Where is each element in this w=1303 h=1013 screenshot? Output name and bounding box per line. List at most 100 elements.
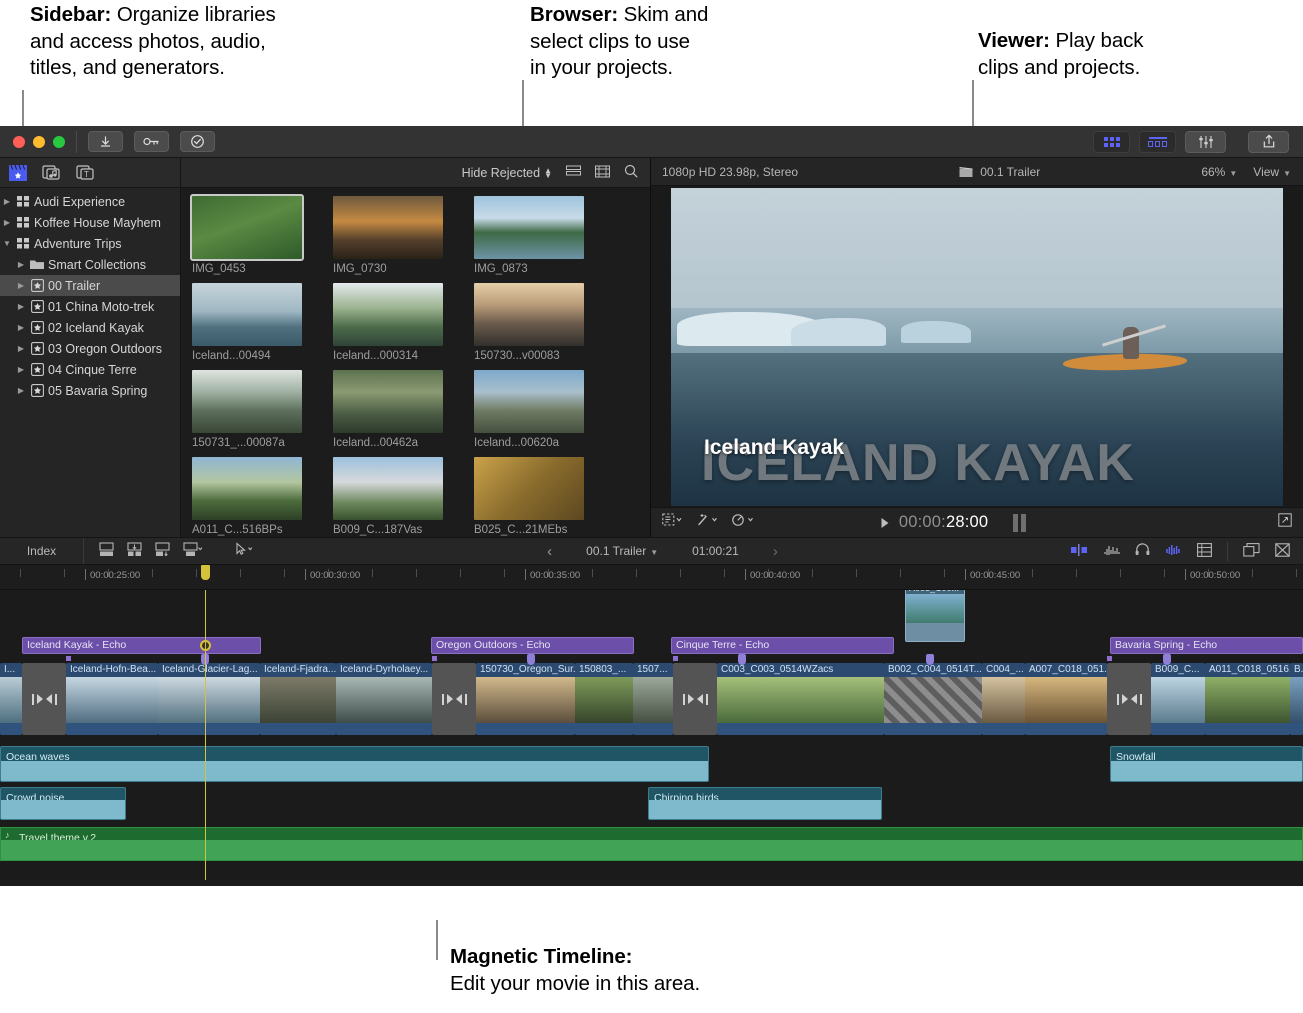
timeline-toggle-button[interactable] [1139,131,1176,153]
timeline-video-clip[interactable]: Iceland-Fjadra... [260,663,336,735]
sidebar-item-00-trailer[interactable]: ▶00 Trailer [0,275,180,296]
timeline-video-clip[interactable]: B009_C... [1151,663,1205,735]
chevron-right-icon[interactable]: ▶ [14,323,28,332]
photos-audio-tab[interactable] [41,163,62,183]
close-timeline-icon[interactable] [1275,543,1290,560]
audio-meters-icon[interactable] [1104,544,1120,559]
viewer-stage[interactable]: ICELAND KAYAK Iceland Kayak [651,186,1303,507]
timeline-canvas[interactable]: Iceland Kayak - EchoOregon Outdoors - Ec… [0,590,1303,886]
sidebar-item-audi-experience[interactable]: ▶Audi Experience [0,191,180,212]
dual-display-icon[interactable] [1243,543,1260,560]
timeline-video-clip[interactable]: A007_C018_051... [1025,663,1107,735]
clip-appearance-icon[interactable] [1071,544,1089,559]
browser-clip[interactable]: A011_C...516BPs [192,457,312,536]
timeline-audio-clip[interactable]: Snowfall [1110,746,1303,782]
browser-clip-thumbnail[interactable] [474,457,584,520]
append-icon[interactable] [99,542,114,560]
import-media-button[interactable] [88,131,123,152]
timeline-video-clip[interactable]: 150730_Oregon_Sur... [476,663,575,735]
timeline-video-clip[interactable]: B002_C004_0514T... [884,663,982,735]
timeline-video-clip[interactable]: C003_C003_0514WZacs [717,663,884,735]
timeline-audio-clip[interactable]: Ocean waves [0,746,709,782]
browser-clip-thumbnail[interactable] [474,196,584,259]
sidebar-item-02-iceland-kayak[interactable]: ▶02 Iceland Kayak [0,317,180,338]
hide-rejected-control[interactable]: Hide Rejected ▲▼ [462,166,552,180]
fullscreen-icon[interactable] [1278,513,1292,532]
overwrite-icon[interactable] [183,542,203,560]
headphones-icon[interactable] [1135,543,1150,559]
browser-clip[interactable]: Iceland...00462a [333,370,453,449]
timeline-audio-clip[interactable]: Crowd noise [0,787,126,820]
timeline-video-clip[interactable]: A011_C018_0516... [1205,663,1290,735]
timeline-video-clip[interactable]: 150803_... [575,663,633,735]
viewer-zoom-menu[interactable]: 66%▼ [1201,165,1237,179]
timeline-marker[interactable] [66,656,71,661]
chevron-right-icon[interactable]: ▶ [14,365,28,374]
timeline-video-clip[interactable]: Iceland-Hofn-Bea... [66,663,158,735]
timeline-marker[interactable] [432,656,437,661]
filmstrip-view-icon[interactable] [595,165,610,181]
minimize-window-button[interactable] [33,136,45,148]
connect-icon[interactable] [155,542,170,560]
clip-connection-pin[interactable] [738,654,746,665]
sidebar-item-smart-collections[interactable]: ▶Smart Collections [0,254,180,275]
viewer-timecode-group[interactable]: 00:00:28:00 [880,513,1026,532]
browser-clip-thumbnail[interactable] [333,283,443,346]
browser-clip-thumbnail[interactable] [333,370,443,433]
sidebar-item-05-bavaria-spring[interactable]: ▶05 Bavaria Spring [0,380,180,401]
timeline-project-menu[interactable]: 00.1 Trailer▼ [586,544,658,558]
insert-icon[interactable] [127,542,142,560]
clip-connection-pin[interactable] [926,654,934,665]
timeline-transition[interactable] [673,663,717,735]
search-icon[interactable] [624,164,638,181]
skimming-icon[interactable] [1165,544,1182,559]
chevron-right-icon[interactable]: ▶ [14,344,28,353]
sidebar-item-04-cinque-terre[interactable]: ▶04 Cinque Terre [0,359,180,380]
browser-clip-thumbnail[interactable] [333,196,443,259]
list-view-icon[interactable] [566,165,581,180]
timeline-forward-button[interactable]: › [773,543,778,560]
sidebar-item-adventure-trips[interactable]: ▼Adventure Trips [0,233,180,254]
timeline-title-clip[interactable]: Bavaria Spring - Echo [1110,637,1303,654]
timeline-index-button[interactable]: Index [0,538,84,564]
timeline-video-clip[interactable]: B. [1290,663,1303,735]
browser-clip-grid[interactable]: IMG_0453IMG_0730IMG_0873Iceland...00494I… [181,188,650,537]
libraries-tab[interactable] [7,163,28,183]
clip-connection-pin[interactable] [527,654,535,665]
browser-clip[interactable]: Iceland...00620a [474,370,594,449]
traffic-lights[interactable] [13,136,65,148]
chevron-down-icon[interactable]: ▼ [0,239,14,248]
chevron-right-icon[interactable]: ▶ [0,197,14,206]
timeline-connected-clip[interactable]: A005_C00... [905,590,965,642]
zoom-window-button[interactable] [53,136,65,148]
timeline-video-clip[interactable]: Iceland-Dyrholaey... [336,663,432,735]
browser-clip[interactable]: 150731_...00087a [192,370,312,449]
titles-generators-tab[interactable]: T [75,163,96,183]
sidebar-library-list[interactable]: ▶Audi Experience▶Koffee House Mayhem▼Adv… [0,188,180,537]
crop-icon[interactable] [662,513,682,532]
timeline-title-clip[interactable]: Oregon Outdoors - Echo [431,637,634,654]
browser-clip[interactable]: 150730...v00083 [474,283,594,362]
timeline-ruler[interactable]: 00:00:25:0000:00:30:0000:00:35:0000:00:4… [0,565,1303,590]
playhead-handle[interactable] [201,565,210,580]
browser-clip[interactable]: Iceland...00494 [192,283,312,362]
share-button[interactable] [1248,131,1289,153]
sidebar-item-koffee-house-mayhem[interactable]: ▶Koffee House Mayhem [0,212,180,233]
timeline-music-clip[interactable]: ♪Travel theme v.2 [0,827,1303,861]
timeline-marker[interactable] [1107,656,1112,661]
timeline-video-clip[interactable]: C004_... [982,663,1025,735]
effects-icon[interactable] [696,513,718,532]
browser-clip-thumbnail[interactable] [474,370,584,433]
select-tool-icon[interactable] [234,542,254,560]
timeline-title-clip[interactable]: Cinque Terre - Echo [671,637,894,654]
browser-clip-thumbnail[interactable] [192,196,302,259]
browser-clip-thumbnail[interactable] [333,457,443,520]
timeline-audio-clip[interactable]: Chirping birds [648,787,882,820]
close-window-button[interactable] [13,136,25,148]
clip-connection-pin[interactable] [1163,654,1171,665]
timeline-transition[interactable] [1107,663,1151,735]
timeline-video-clip[interactable]: Iceland-Glacier-Lag... [158,663,260,735]
inspector-button[interactable] [1185,131,1226,153]
browser-clip[interactable]: IMG_0873 [474,196,594,275]
browser-clip[interactable]: Iceland...000314 [333,283,453,362]
